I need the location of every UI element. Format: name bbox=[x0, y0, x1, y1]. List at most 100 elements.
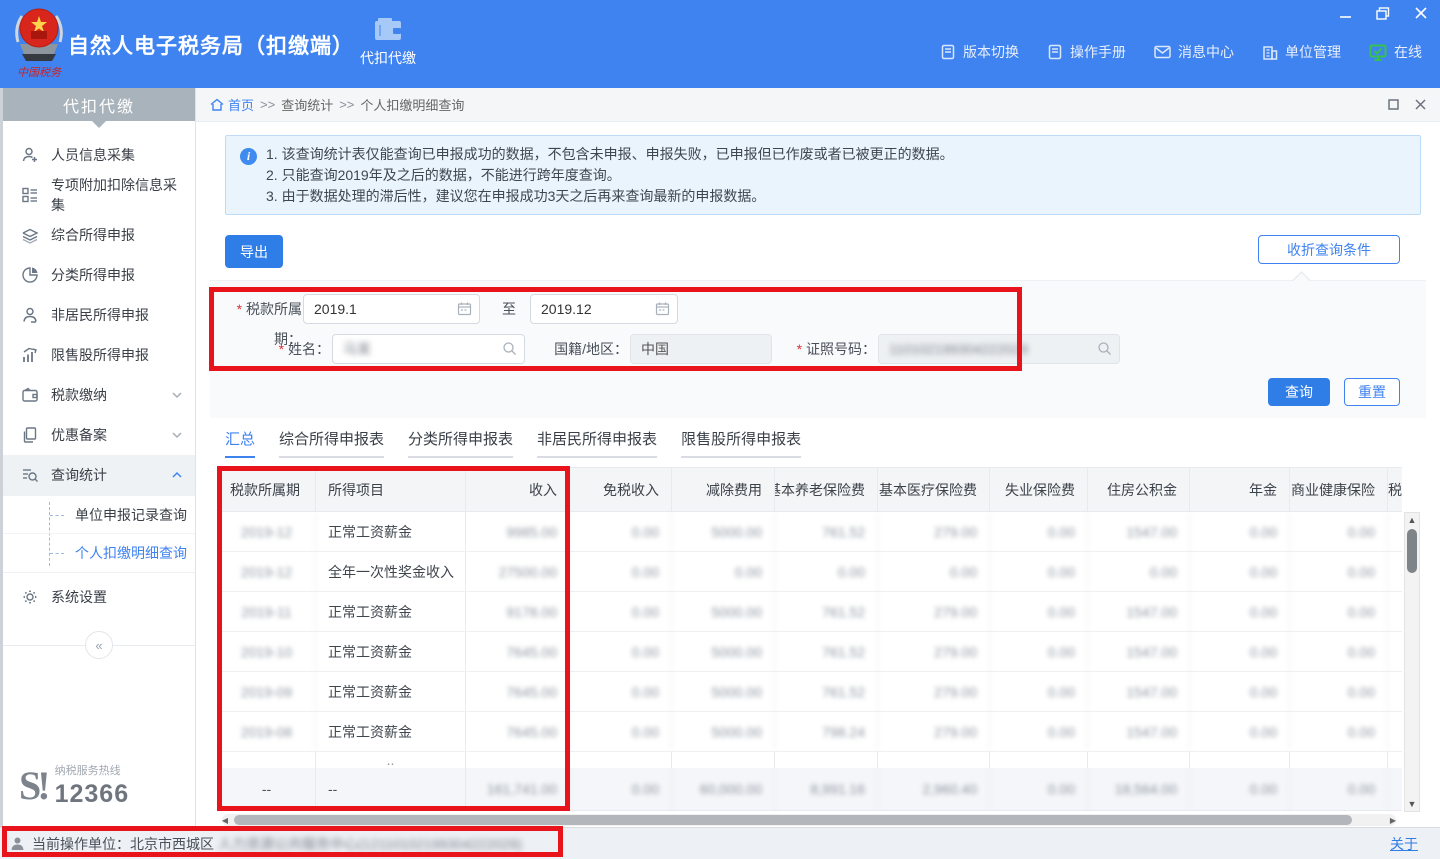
table-cell bbox=[1388, 672, 1402, 711]
sidebar-item-comprehensive-income[interactable]: 综合所得申报 bbox=[3, 215, 195, 255]
table-cell: 0.00 bbox=[1190, 672, 1290, 711]
vertical-scrollbar[interactable]: ▲ ▼ bbox=[1404, 512, 1420, 812]
chevron-down-icon bbox=[171, 429, 183, 441]
logo-caption: 中国税务 bbox=[17, 66, 62, 79]
table-cell: 761.52 bbox=[775, 592, 878, 631]
close-icon[interactable] bbox=[1412, 5, 1430, 21]
sidebar-collapse-button[interactable]: « bbox=[85, 631, 113, 659]
notice-line: 3. 由于数据处理的滞后性，建议您在申报成功3天之后再来查询最新的申报数据。 bbox=[266, 186, 1408, 207]
menu-unit-management[interactable]: 单位管理 bbox=[1262, 42, 1341, 62]
restore-icon[interactable] bbox=[1374, 5, 1392, 21]
table-cell bbox=[1388, 512, 1402, 551]
nationality-input[interactable]: 中国 bbox=[630, 334, 772, 364]
sidebar-header: 代扣代缴 bbox=[3, 88, 195, 121]
table-cell: 2019-11 bbox=[218, 592, 316, 631]
table-cell: 0.00 bbox=[1290, 592, 1388, 631]
wallet-card-icon bbox=[373, 16, 403, 42]
table-cell: 8,991.16 bbox=[775, 768, 878, 810]
period-label: 税款所属期： bbox=[210, 294, 302, 324]
table-cell: 5000.00 bbox=[672, 512, 775, 551]
table-cell: 0.00 bbox=[1190, 712, 1290, 751]
table-cell: 0.00 bbox=[570, 712, 672, 751]
table-cell: 7645.00 bbox=[466, 712, 570, 751]
query-button[interactable]: 查询 bbox=[1268, 378, 1330, 406]
tab-summary[interactable]: 汇总 bbox=[225, 428, 255, 458]
menu-message-center[interactable]: 消息中心 bbox=[1154, 42, 1234, 62]
table-cell: 27500.00 bbox=[466, 552, 570, 591]
document-icon bbox=[940, 44, 956, 60]
calendar-icon[interactable] bbox=[457, 301, 473, 317]
statusbar: 当前操作单位：北京市西城区人力资源公共服务中心(1211010219930422… bbox=[0, 827, 1440, 859]
scroll-up-icon[interactable]: ▲ bbox=[1405, 513, 1419, 527]
sidebar-item-classified-income[interactable]: 分类所得申报 bbox=[3, 255, 195, 295]
table-cell: 正常工资薪金 bbox=[316, 632, 466, 671]
period-from-value: 2019.1 bbox=[314, 301, 457, 317]
period-from-input[interactable]: 2019.1 bbox=[303, 294, 480, 324]
sidebar-item-system-settings[interactable]: 系统设置 bbox=[3, 577, 195, 617]
horizontal-scrollbar-thumb[interactable] bbox=[234, 815, 1352, 825]
table-cell: 0.00 bbox=[990, 768, 1088, 810]
horizontal-scrollbar[interactable]: ◀ ▶ bbox=[222, 814, 1396, 826]
sidebar-item-label: 综合所得申报 bbox=[51, 225, 183, 245]
search-icon[interactable] bbox=[1097, 341, 1113, 357]
table-cell: 0.00 bbox=[570, 592, 672, 631]
scroll-left-icon[interactable]: ◀ bbox=[220, 814, 230, 826]
menu-version-switch[interactable]: 版本切换 bbox=[940, 42, 1019, 62]
sidebar-item-restricted-stock[interactable]: 限售股所得申报 bbox=[3, 335, 195, 375]
topbar: 中国税务 自然人电子税务局（扣缴端） 代扣代缴 版本切换 操 bbox=[0, 0, 1440, 88]
panel-maximize-icon[interactable] bbox=[1388, 99, 1399, 110]
column-header: 减除费用 bbox=[672, 468, 775, 511]
hotline-number: 12366 bbox=[55, 780, 130, 809]
vertical-scrollbar-thumb[interactable] bbox=[1407, 529, 1417, 573]
id-number-input[interactable]: 110102199304222029 bbox=[878, 334, 1120, 364]
online-status-icon bbox=[1369, 44, 1387, 61]
sidebar-submenu: 单位申报记录查询 个人扣缴明细查询 bbox=[3, 495, 195, 573]
menu-manual[interactable]: 操作手册 bbox=[1047, 42, 1126, 62]
scroll-down-icon[interactable]: ▼ bbox=[1405, 797, 1419, 811]
sidebar-item-special-deduction[interactable]: 专项附加扣除信息采集 bbox=[3, 175, 195, 215]
info-icon: i bbox=[240, 148, 257, 165]
sidebar-item-query-statistics[interactable]: 查询统计 bbox=[3, 455, 195, 495]
scroll-right-icon[interactable]: ▶ bbox=[1388, 814, 1398, 826]
sidebar-item-preferential-filing[interactable]: 优惠备案 bbox=[3, 415, 195, 455]
app-title: 自然人电子税务局（扣缴端） bbox=[68, 30, 354, 60]
column-header: 基本养老保险费 bbox=[775, 468, 878, 511]
table-row: 2019-11正常工资薪金9178.000.005000.00761.52279… bbox=[218, 592, 1402, 632]
menu-label: 版本切换 bbox=[963, 42, 1019, 62]
panel-close-icon[interactable] bbox=[1415, 99, 1426, 110]
table-cell: 5000.00 bbox=[672, 712, 775, 751]
sidebar-subitem-personal-withholding-query[interactable]: 个人扣缴明细查询 bbox=[3, 534, 195, 572]
about-link[interactable]: 关于 bbox=[1390, 834, 1418, 854]
tab-nonresident-income[interactable]: 非居民所得申报表 bbox=[537, 428, 657, 458]
tab-classified-income[interactable]: 分类所得申报表 bbox=[408, 428, 513, 458]
sidebar-subitem-unit-declaration-query[interactable]: 单位申报记录查询 bbox=[3, 496, 195, 534]
tab-restricted-stock[interactable]: 限售股所得申报表 bbox=[681, 428, 801, 458]
calendar-icon[interactable] bbox=[655, 301, 671, 317]
tab-comprehensive-income[interactable]: 综合所得申报表 bbox=[279, 428, 384, 458]
table-cell: 279.00 bbox=[878, 592, 990, 631]
period-to-input[interactable]: 2019.12 bbox=[530, 294, 678, 324]
reset-button[interactable]: 重置 bbox=[1344, 378, 1400, 406]
table-cell: 761.52 bbox=[775, 672, 878, 711]
sidebar-item-nonresident-income[interactable]: 非居民所得申报 bbox=[3, 295, 195, 335]
table-cell bbox=[1088, 752, 1190, 768]
menu-online-status[interactable]: 在线 bbox=[1369, 42, 1422, 62]
breadcrumb-item[interactable]: 查询统计 bbox=[281, 95, 333, 114]
minimize-icon[interactable] bbox=[1336, 5, 1354, 21]
search-icon[interactable] bbox=[502, 341, 518, 357]
id-number-label: 证照号码： bbox=[788, 334, 876, 364]
table-cell: 0.00 bbox=[1190, 632, 1290, 671]
breadcrumb-home-link[interactable]: 首页 bbox=[210, 95, 254, 114]
table-cell: 1547.00 bbox=[1088, 592, 1190, 631]
tab-withholding[interactable]: 代扣代缴 bbox=[352, 16, 424, 68]
export-button[interactable]: 导出 bbox=[225, 235, 283, 268]
name-input[interactable]: 马某 bbox=[332, 334, 525, 364]
gear-icon bbox=[21, 588, 39, 606]
sidebar-item-tax-payment[interactable]: 税款缴纳 bbox=[3, 375, 195, 415]
table-cell: 761.52 bbox=[775, 512, 878, 551]
table-cell bbox=[1290, 752, 1388, 768]
collapse-query-button[interactable]: 收折查询条件 bbox=[1258, 235, 1400, 264]
table-cell: 0.00 bbox=[1290, 672, 1388, 711]
layers-icon bbox=[21, 226, 39, 244]
sidebar-item-personnel-info[interactable]: 人员信息采集 bbox=[3, 135, 195, 175]
